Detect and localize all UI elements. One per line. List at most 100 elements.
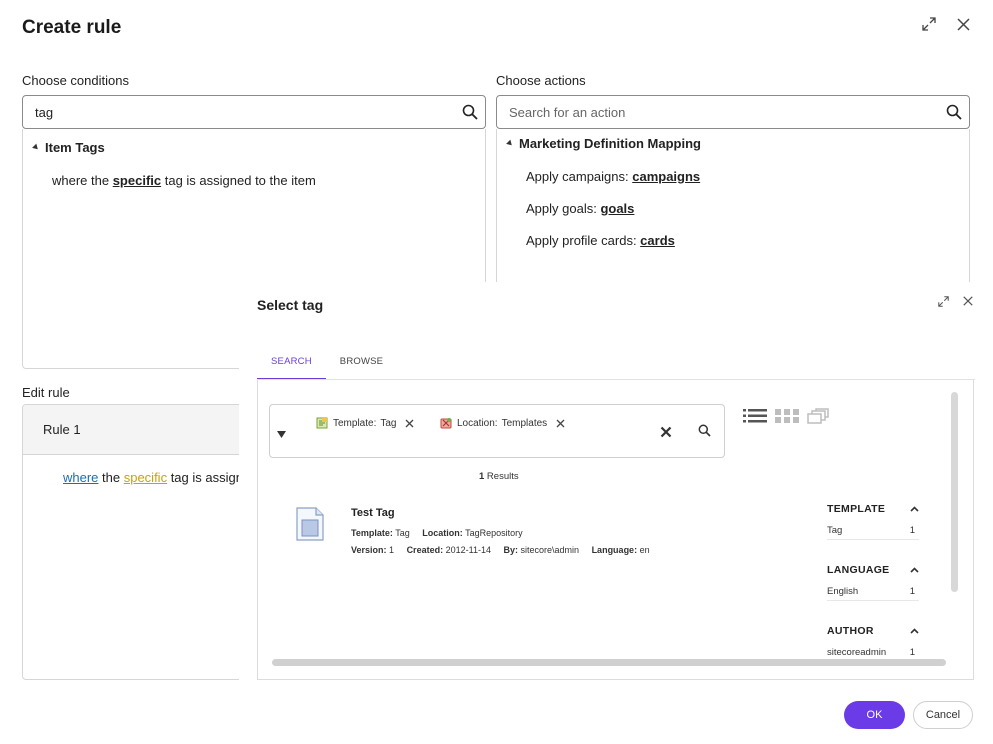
condition-link-specific[interactable]: specific xyxy=(113,173,161,188)
filter-dropdown-toggle[interactable] xyxy=(277,425,286,443)
maximize-button[interactable] xyxy=(919,14,939,34)
facet-option-count: 1 xyxy=(909,647,915,658)
actions-search xyxy=(496,95,970,129)
rule-link-where[interactable]: where xyxy=(63,470,98,485)
page-title: Create rule xyxy=(22,17,122,38)
action-link-campaigns[interactable]: campaigns xyxy=(632,169,700,184)
tree-group-marketing[interactable]: Marketing Definition Mapping xyxy=(506,136,701,151)
rule-condition-line: where the specific tag is assigne xyxy=(23,455,261,485)
action-item-cards[interactable]: Apply profile cards: cards xyxy=(526,233,675,248)
location-icon xyxy=(440,418,452,429)
condition-item[interactable]: where the specific tag is assigned to th… xyxy=(52,173,316,188)
tree-group-item-tags[interactable]: Item Tags xyxy=(32,140,105,155)
facet-option-count: 1 xyxy=(909,586,915,597)
grid-view-icon xyxy=(775,409,799,423)
conditions-search-input[interactable] xyxy=(23,96,455,128)
vertical-scrollbar[interactable] xyxy=(951,392,958,592)
result-item-meta-line2: Version: 1 Created: 2012-11-14 By: sitec… xyxy=(351,545,650,555)
chevron-up-icon xyxy=(910,506,919,512)
condition-text: where the xyxy=(52,173,113,188)
search-icon[interactable] xyxy=(455,96,485,128)
chip-key: Template: xyxy=(333,417,377,429)
collapse-triangle-icon xyxy=(32,143,40,152)
rule-link-specific[interactable]: specific xyxy=(124,470,167,485)
result-item-meta-line1: Template: Tag Location: TagRepository xyxy=(351,528,523,538)
tab-search[interactable]: SEARCH xyxy=(257,348,326,380)
action-link-goals[interactable]: goals xyxy=(600,201,634,216)
facet-title: AUTHOR xyxy=(827,625,874,637)
facet-option[interactable]: sitecoreadmin 1 xyxy=(827,647,919,658)
action-item-campaigns[interactable]: Apply campaigns: campaigns xyxy=(526,169,700,184)
ok-button[interactable]: OK xyxy=(844,701,905,729)
action-text: Apply profile cards: xyxy=(526,233,641,248)
rule-editor: Rule 1 where the specific tag is assigne xyxy=(22,404,262,680)
search-icon[interactable] xyxy=(939,96,969,128)
chip-remove-button[interactable] xyxy=(404,418,414,428)
grid-view-button[interactable] xyxy=(775,408,799,429)
result-item-icon[interactable] xyxy=(295,507,325,546)
tab-browse[interactable]: BROWSE xyxy=(326,348,397,380)
tile-view-button[interactable] xyxy=(807,408,829,429)
facet-option[interactable]: Tag 1 xyxy=(827,525,919,540)
conditions-label: Choose conditions xyxy=(22,73,129,88)
horizontal-scrollbar[interactable] xyxy=(272,659,946,666)
meta-label: By: xyxy=(503,545,518,555)
results-count: 1 Results xyxy=(479,471,519,482)
facet-header[interactable]: AUTHOR xyxy=(827,625,919,637)
rule-header[interactable]: Rule 1 xyxy=(23,405,261,455)
tree-group-label: Marketing Definition Mapping xyxy=(519,136,701,151)
facet-option-count: 1 xyxy=(909,525,915,536)
chip-remove-button[interactable] xyxy=(555,418,565,428)
facet-option-name: sitecoreadmin xyxy=(827,647,887,658)
modal-close-button[interactable] xyxy=(958,291,978,311)
meta-value: 1 xyxy=(389,545,395,555)
action-link-cards[interactable]: cards xyxy=(640,233,675,248)
facet-header[interactable]: LANGUAGE xyxy=(827,564,919,576)
actions-panel: Marketing Definition Mapping Apply campa… xyxy=(496,129,970,282)
list-view-button[interactable] xyxy=(743,408,767,429)
facet-header[interactable]: TEMPLATE xyxy=(827,503,919,515)
facet-template: TEMPLATE Tag 1 xyxy=(827,503,919,540)
facet-language: LANGUAGE English 1 xyxy=(827,564,919,601)
chip-key: Location: xyxy=(457,417,498,429)
chip-value: Tag xyxy=(380,417,397,429)
facet-author: AUTHOR sitecoreadmin 1 xyxy=(827,625,919,658)
tile-view-icon xyxy=(807,408,829,424)
search-filter-box[interactable]: Template: Tag Location: Templates xyxy=(269,404,725,458)
close-icon xyxy=(956,17,970,31)
modal-maximize-button[interactable] xyxy=(933,291,953,311)
cancel-button[interactable]: Cancel xyxy=(913,701,973,729)
filter-search-button[interactable] xyxy=(698,424,711,442)
facet-title: LANGUAGE xyxy=(827,564,890,576)
select-tag-title: Select tag xyxy=(257,297,324,313)
facet-option[interactable]: English 1 xyxy=(827,586,919,601)
select-tag-dialog: Select tag SEARCH BROWSE Template: Tag L… xyxy=(239,282,993,744)
tree-group-label: Item Tags xyxy=(45,140,105,155)
clear-filters-button[interactable] xyxy=(660,425,672,443)
facet-title: TEMPLATE xyxy=(827,503,886,515)
action-text: Apply goals: xyxy=(526,201,601,216)
result-item-title[interactable]: Test Tag xyxy=(351,507,395,519)
close-button[interactable] xyxy=(953,14,973,34)
results-count-label: Results xyxy=(484,471,519,482)
facet-option-name: Tag xyxy=(827,525,843,536)
meta-label: Template: xyxy=(351,528,393,538)
action-item-goals[interactable]: Apply goals: goals xyxy=(526,201,634,216)
chevron-up-icon xyxy=(910,628,919,634)
action-text: Apply campaigns: xyxy=(526,169,633,184)
close-icon xyxy=(963,296,973,306)
filter-chip-location: Location: Templates xyxy=(440,414,565,432)
list-view-icon xyxy=(743,409,767,423)
rule-text: tag is assigne xyxy=(167,470,251,485)
tab-bar: SEARCH BROWSE xyxy=(257,348,397,380)
view-switcher xyxy=(743,408,829,429)
meta-value: sitecore\admin xyxy=(520,545,580,555)
actions-search-input[interactable] xyxy=(497,96,939,128)
chip-value: Templates xyxy=(501,417,548,429)
meta-value: 2012-11-14 xyxy=(445,545,491,555)
caret-down-icon xyxy=(277,431,286,438)
edit-rule-label: Edit rule xyxy=(22,385,70,400)
meta-label: Language: xyxy=(591,545,638,555)
rule-name: Rule 1 xyxy=(43,422,81,437)
search-icon xyxy=(698,424,711,437)
